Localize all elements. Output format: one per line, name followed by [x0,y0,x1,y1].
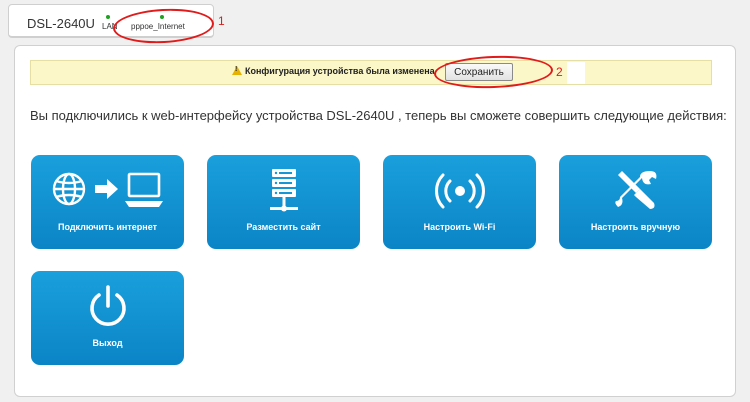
power-icon [31,283,184,331]
tile-host-site[interactable]: Разместить сайт [207,155,360,249]
tile-configure-wifi[interactable]: Настроить Wi-Fi [383,155,536,249]
intro-text: Вы подключились к web-интерфейсу устройс… [30,108,727,123]
annotation-number-1: 1 [218,14,225,28]
warning-icon [232,66,242,75]
tile-label: Разместить сайт [246,222,321,232]
tools-icon [559,167,712,215]
tile-logout[interactable]: Выход [31,271,184,365]
tile-manual-setup[interactable]: Настроить вручную [559,155,712,249]
tile-connect-internet[interactable]: Подключить интернет [31,155,184,249]
lan-status-dot [106,15,110,19]
tile-label: Настроить вручную [590,222,681,232]
tile-label: Настроить Wi-Fi [423,222,496,232]
globe-computer-icon [31,167,184,215]
blank-patch [567,62,585,84]
tile-label: Подключить интернет [57,222,158,232]
annotation-number-2: 2 [556,65,563,79]
device-name: DSL-2640U [27,16,95,31]
wifi-icon [383,167,536,215]
tile-label: Выход [92,338,123,348]
server-icon [207,167,360,215]
notification-text: Конфигурация устройства была изменена [245,66,435,76]
